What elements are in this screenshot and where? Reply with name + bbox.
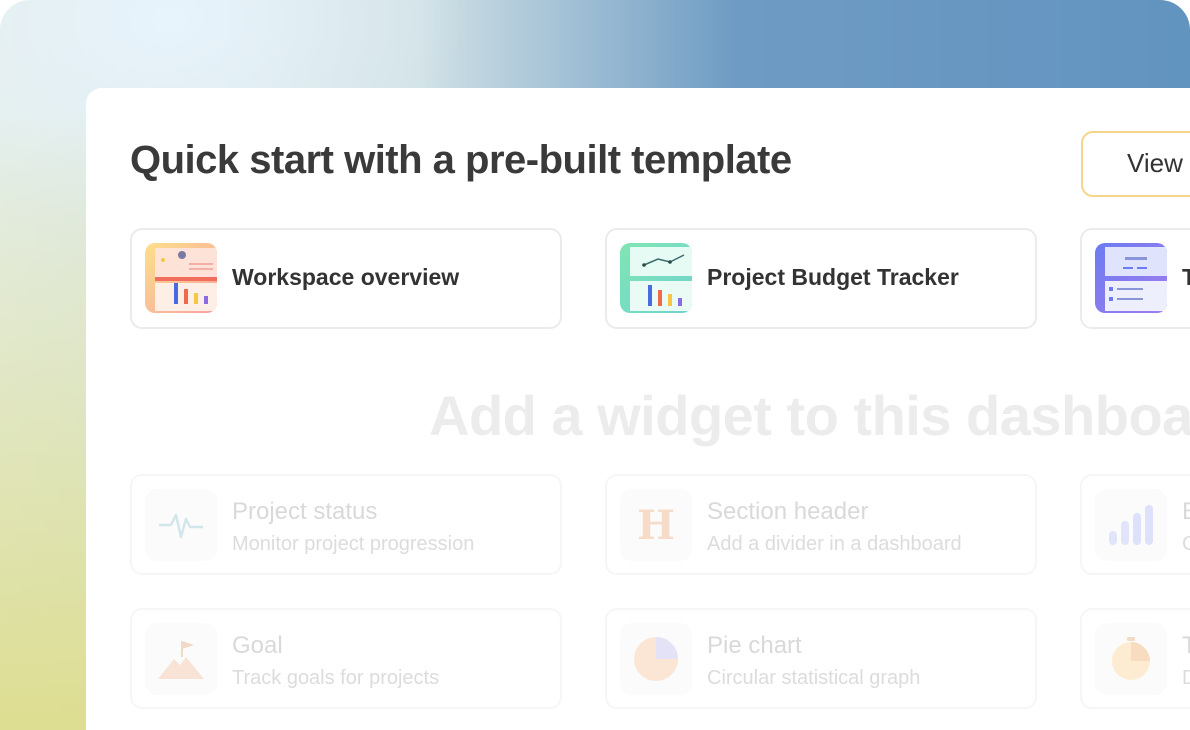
widget-card-third[interactable]: B C	[1080, 474, 1190, 575]
widget-card-third-row2[interactable]: T D	[1080, 608, 1190, 709]
svg-text:H: H	[637, 503, 675, 547]
template-label: Workspace overview	[232, 264, 460, 290]
dashboard-panel: Quick start with a pre-built template Vi…	[86, 88, 1190, 730]
widget-title: B	[1182, 498, 1190, 526]
view-templates-button[interactable]: View	[1081, 131, 1190, 197]
pulse-icon	[145, 489, 217, 561]
widget-description: D	[1182, 667, 1190, 689]
widget-card-section-header[interactable]: H Section header Add a divider in a dash…	[605, 474, 1037, 575]
widget-description: Monitor project progression	[232, 533, 475, 555]
widget-title: Pie chart	[707, 632, 802, 659]
widget-title: Section header	[707, 498, 869, 525]
template-card-third[interactable]: T	[1080, 228, 1190, 329]
template-label: T	[1182, 264, 1190, 290]
page-title: Quick start with a pre-built template	[130, 138, 792, 182]
widget-card-project-status[interactable]: Project status Monitor project progressi…	[130, 474, 562, 575]
widget-description: Circular statistical graph	[707, 667, 921, 689]
widget-card-goal[interactable]: Goal Track goals for projects	[130, 608, 562, 709]
workspace-overview-thumbnail	[145, 243, 217, 313]
widget-card-pie-chart[interactable]: Pie chart Circular statistical graph	[605, 608, 1037, 709]
timer-icon	[1095, 623, 1167, 695]
widget-description: Track goals for projects	[232, 667, 440, 689]
widget-title: Goal	[232, 632, 283, 659]
section-header-icon: H	[620, 489, 692, 561]
bar-chart-icon	[1095, 489, 1167, 561]
widget-description: C	[1182, 533, 1190, 555]
template-label: Project Budget Tracker	[707, 264, 959, 290]
template-card-workspace-overview[interactable]: Workspace overview	[130, 228, 562, 329]
widget-title: T	[1182, 632, 1190, 659]
template-card-project-budget-tracker[interactable]: Project Budget Tracker	[605, 228, 1037, 329]
widget-description: Add a divider in a dashboard	[707, 533, 962, 555]
pie-chart-icon	[620, 623, 692, 695]
team-thumbnail	[1095, 243, 1167, 313]
add-widget-heading: Add a widget to this dashboard	[429, 384, 1190, 447]
mountain-flag-icon	[145, 623, 217, 695]
widget-title: Project status	[232, 498, 378, 525]
budget-tracker-thumbnail	[620, 243, 692, 313]
